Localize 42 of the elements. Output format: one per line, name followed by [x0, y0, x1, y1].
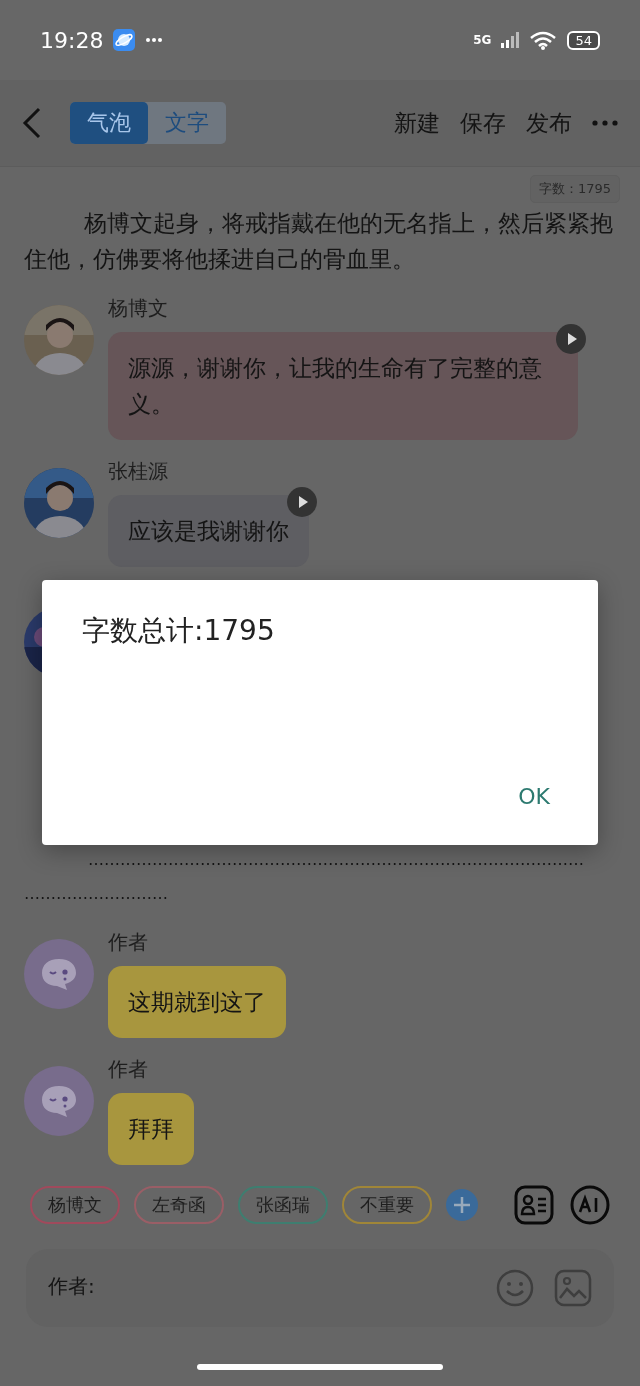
ai-icon[interactable] [570, 1185, 610, 1225]
message-text: 应该是我谢谢你 [128, 518, 289, 544]
composer-prefix: 作者: [48, 1273, 95, 1300]
ellipsis-text: ………………………………………………………………………………………………………… [24, 849, 584, 905]
smiley-icon[interactable] [496, 1269, 534, 1307]
mode-tab[interactable]: 文字 [148, 102, 226, 144]
header-action[interactable]: 发布 [526, 107, 572, 139]
contact-card-icon[interactable] [514, 1185, 554, 1225]
speaker-name: 作者 [108, 1056, 148, 1083]
battery-indicator: 54 [567, 30, 600, 50]
message-text: 源源，谢谢你，让我的生命有了完整的意义。 [128, 355, 542, 417]
signal-icon [501, 32, 520, 48]
add-icon[interactable] [446, 1189, 478, 1221]
message-composer[interactable]: 作者: [26, 1249, 614, 1327]
character-chip[interactable]: 张函瑞 [238, 1186, 328, 1224]
narration-text: 杨博文起身，将戒指戴在他的无名指上，然后紧紧抱住他，仿佛要将他揉进自己的骨血里。 [24, 209, 614, 274]
play-icon[interactable] [287, 487, 317, 517]
character-chip[interactable]: 杨博文 [30, 1186, 120, 1224]
back-icon[interactable] [22, 107, 42, 139]
ok-button[interactable]: OK [510, 780, 558, 813]
more-icon [145, 37, 164, 43]
speaker-name: 作者 [108, 929, 148, 956]
more-icon[interactable] [592, 120, 618, 126]
play-icon[interactable] [556, 324, 586, 354]
message-text: 拜拜 [128, 1116, 174, 1142]
chat-bubble-icon [39, 956, 79, 992]
character-chip[interactable]: 不重要 [342, 1186, 432, 1224]
image-icon[interactable] [554, 1269, 592, 1307]
network-type: 5G [473, 33, 492, 47]
chat-bubble-icon [39, 1083, 79, 1119]
header-action[interactable]: 新建 [394, 107, 440, 139]
mode-tab[interactable]: 气泡 [70, 102, 148, 144]
header-action[interactable]: 保存 [460, 107, 506, 139]
message-text: 这期就到这了 [128, 989, 266, 1015]
speaker-name: 杨博文 [108, 295, 168, 322]
dialog-message: 字数总计:1795 [82, 613, 275, 649]
word-count-badge: 字数：1795 [529, 175, 620, 203]
speaker-name: 张桂源 [108, 458, 168, 485]
status-time: 19:28 [40, 27, 104, 53]
planet-app-icon [113, 29, 136, 51]
character-chip[interactable]: 左奇函 [134, 1186, 224, 1224]
wifi-icon [529, 30, 558, 50]
